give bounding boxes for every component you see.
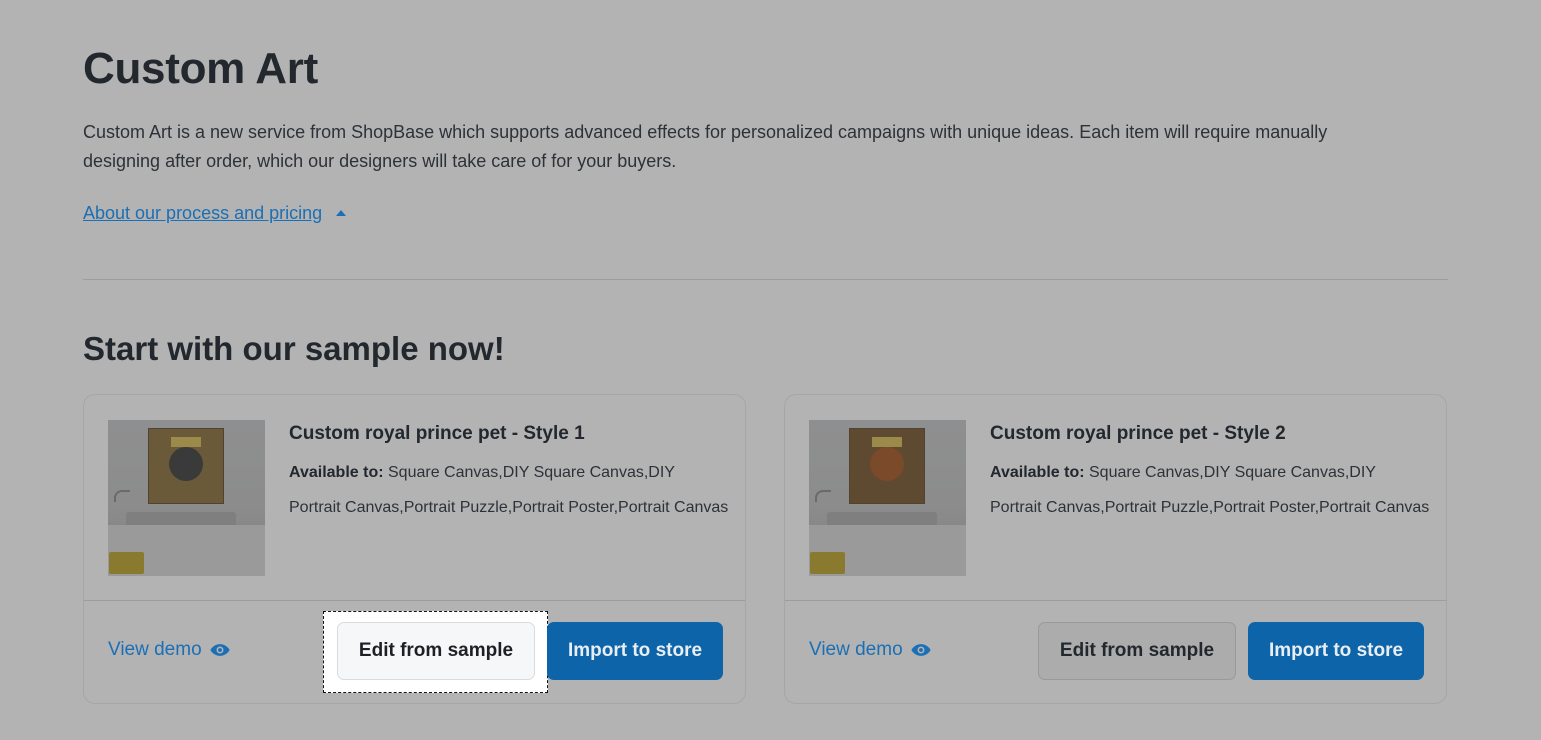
view-demo-label[interactable]: View demo bbox=[809, 639, 903, 661]
canvas-artwork bbox=[849, 428, 925, 504]
edit-from-sample-button[interactable]: Edit from sample bbox=[1038, 622, 1236, 680]
card-divider bbox=[84, 600, 745, 601]
eye-icon[interactable] bbox=[210, 643, 230, 657]
crown-shape bbox=[171, 437, 201, 447]
crown-shape bbox=[872, 437, 902, 447]
pet-portrait-shape bbox=[169, 447, 203, 481]
about-process-link[interactable]: About our process and pricing bbox=[83, 203, 347, 224]
view-demo-label[interactable]: View demo bbox=[108, 639, 202, 661]
edit-from-sample-button[interactable]: Edit from sample bbox=[337, 622, 535, 680]
brand-badge-icon bbox=[810, 552, 845, 574]
about-process-link-label[interactable]: About our process and pricing bbox=[83, 203, 322, 224]
sample-thumbnail bbox=[108, 420, 265, 576]
available-to: Available to: Square Canvas,DIY Square C… bbox=[990, 455, 1430, 525]
available-to-label: Available to: bbox=[990, 464, 1085, 481]
available-to: Available to: Square Canvas,DIY Square C… bbox=[289, 455, 729, 525]
caret-up-icon[interactable] bbox=[336, 209, 347, 216]
lamp-shape bbox=[815, 490, 831, 502]
import-to-store-button[interactable]: Import to store bbox=[547, 622, 723, 680]
page-title: Custom Art bbox=[83, 44, 318, 93]
canvas-artwork bbox=[148, 428, 224, 504]
import-to-store-button[interactable]: Import to store bbox=[1248, 622, 1424, 680]
sample-title: Custom royal prince pet - Style 1 bbox=[289, 423, 585, 444]
brand-badge-icon bbox=[109, 552, 144, 574]
sample-card: Custom royal prince pet - Style 2 Availa… bbox=[784, 394, 1447, 704]
page-description: Custom Art is a new service from ShopBas… bbox=[83, 122, 1328, 171]
pet-portrait-shape bbox=[870, 447, 904, 481]
available-to-label: Available to: bbox=[289, 464, 384, 481]
card-divider bbox=[785, 600, 1446, 601]
lamp-shape bbox=[114, 490, 130, 502]
eye-icon[interactable] bbox=[911, 643, 931, 657]
section-divider bbox=[83, 279, 1448, 280]
page: Custom Art Custom Art is a new service f… bbox=[0, 0, 1541, 740]
view-demo-link[interactable]: View demo bbox=[108, 639, 230, 661]
view-demo-link[interactable]: View demo bbox=[809, 639, 931, 661]
sample-thumbnail bbox=[809, 420, 966, 576]
sample-card: Custom royal prince pet - Style 1 Availa… bbox=[83, 394, 746, 704]
samples-heading: Start with our sample now! bbox=[83, 330, 505, 367]
sample-title: Custom royal prince pet - Style 2 bbox=[990, 423, 1286, 444]
